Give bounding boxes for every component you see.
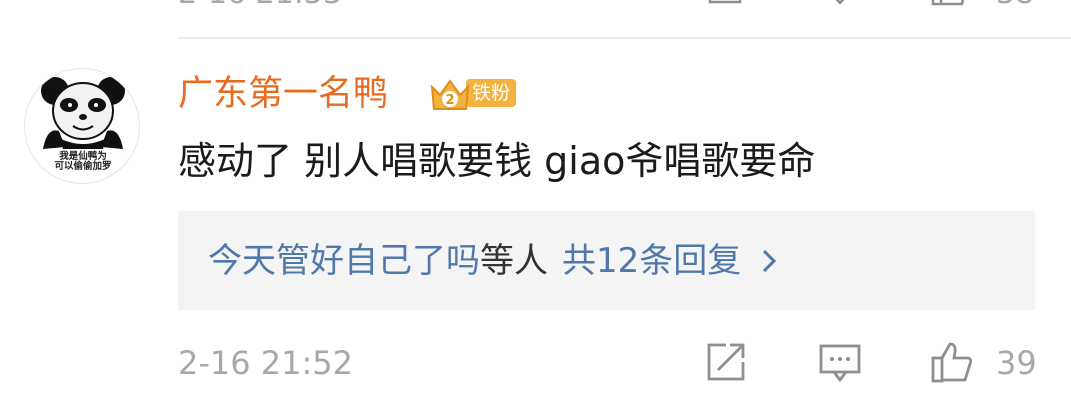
comment-divider	[178, 37, 1071, 39]
like-icon[interactable]	[930, 340, 974, 384]
reply-summary-line: 今天管好自己了吗等人 共12条回复	[208, 239, 779, 283]
previous-comment-timestamp: 2-16 21:53	[178, 0, 342, 11]
comment-icon[interactable]	[820, 0, 860, 6]
comment-text: 感动了 别人唱歌要钱 giao爷唱歌要命	[178, 139, 816, 183]
share-icon[interactable]	[706, 0, 746, 6]
reply-suffix: 等人	[480, 241, 548, 281]
comment-username[interactable]: 广东第一名鸭	[178, 72, 388, 116]
chevron-right-icon[interactable]	[759, 246, 779, 276]
fan-badge[interactable]: 铁粉 2	[428, 75, 520, 113]
avatar[interactable]: 我是仙鸭为 可以偷偷加罗	[24, 68, 140, 184]
fan-level-number: 2	[445, 93, 454, 108]
reply-count-link[interactable]: 共12条回复	[562, 241, 741, 281]
like-icon[interactable]	[930, 0, 970, 6]
comment-like-count: 39	[996, 344, 1037, 382]
comment-icon[interactable]	[818, 340, 862, 384]
avatar-caption: 我是仙鸭为 可以偷偷加罗	[54, 151, 112, 172]
comment-timestamp: 2-16 21:52	[178, 344, 354, 382]
previous-comment-actions: 2-16 21:53 38	[0, 0, 1071, 11]
fan-badge-label: 铁粉	[466, 79, 517, 107]
reply-summary-box[interactable]: 今天管好自己了吗等人 共12条回复	[178, 211, 1035, 310]
share-icon[interactable]	[704, 340, 748, 384]
crown-icon: 2	[430, 79, 470, 110]
previous-comment-like-count: 38	[996, 0, 1034, 11]
reply-user-link[interactable]: 今天管好自己了吗	[208, 241, 480, 281]
